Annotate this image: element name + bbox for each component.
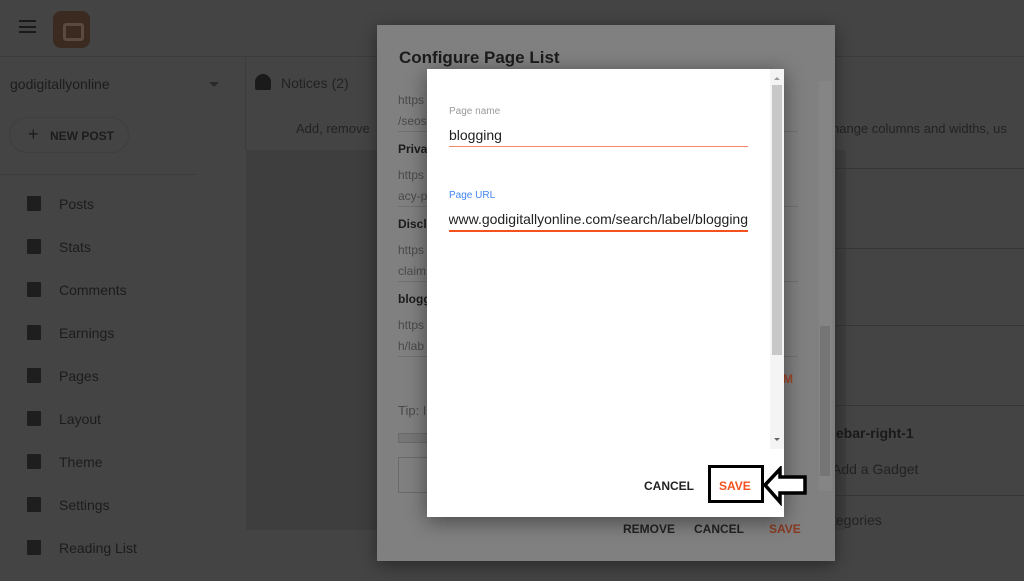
sidebar-item-earnings[interactable]: Earnings bbox=[0, 315, 240, 358]
divider bbox=[832, 168, 1024, 169]
scrollbar-thumb[interactable] bbox=[820, 326, 830, 476]
scrollbar[interactable] bbox=[770, 69, 784, 449]
scroll-down-icon[interactable] bbox=[774, 438, 780, 444]
dollar-icon bbox=[27, 325, 41, 340]
input-underline bbox=[449, 146, 748, 147]
page-name-input[interactable]: blogging bbox=[449, 127, 748, 143]
divider bbox=[832, 325, 1024, 326]
sidebar-item-layout[interactable]: Layout bbox=[0, 401, 240, 444]
layout-description-tail: hange columns and widths, us bbox=[832, 121, 1007, 136]
bookmark-icon bbox=[27, 540, 41, 555]
page-name: blogg bbox=[398, 292, 431, 306]
page-name: Priva bbox=[398, 142, 428, 156]
save-button[interactable]: SAVE bbox=[769, 522, 801, 536]
cancel-button[interactable]: CANCEL bbox=[644, 479, 694, 493]
page-url: claim bbox=[398, 264, 427, 278]
sidebar-item-theme[interactable]: Theme bbox=[0, 444, 240, 487]
new-post-label: NEW POST bbox=[50, 129, 115, 143]
divider bbox=[832, 248, 1024, 249]
sidebar-item-settings[interactable]: Settings bbox=[0, 487, 240, 530]
posts-icon bbox=[27, 196, 41, 211]
sidebar-item-stats[interactable]: Stats bbox=[0, 229, 240, 272]
tip-text: Tip: I bbox=[398, 403, 427, 418]
layout-icon bbox=[27, 411, 41, 426]
sidebar-item-label: Posts bbox=[59, 196, 95, 212]
page-url: /seos bbox=[398, 114, 427, 128]
page-url: https bbox=[398, 243, 425, 257]
sidebar-item-label: Theme bbox=[59, 454, 103, 470]
sidebar-item-label: Settings bbox=[59, 497, 110, 513]
highlight-box bbox=[708, 465, 764, 503]
sidebar-item-pages[interactable]: Pages bbox=[0, 358, 240, 401]
page-url: h/lab bbox=[398, 339, 425, 353]
arrow-left-icon bbox=[762, 466, 807, 506]
section-title: lebar-right-1 bbox=[832, 425, 914, 441]
divider bbox=[245, 57, 246, 150]
page-name-label: Page name bbox=[449, 106, 501, 117]
page-url-input[interactable]: https://www.godigitallyonline.com/search… bbox=[449, 211, 748, 227]
page-url: https bbox=[398, 168, 425, 182]
notices-label: Notices (2) bbox=[281, 75, 349, 91]
dialog-title: Configure Page List bbox=[399, 48, 560, 67]
layout-description: Add, remove bbox=[296, 121, 370, 136]
notices-link[interactable]: Notices (2) bbox=[255, 74, 349, 91]
blog-selector[interactable]: godigitallyonline bbox=[10, 76, 110, 92]
sidebar-item-reading-list[interactable]: Reading List bbox=[0, 530, 240, 573]
sidebar-item-label: Earnings bbox=[59, 325, 115, 341]
plus-icon: + bbox=[28, 124, 39, 144]
add-external-link-button[interactable]: M bbox=[783, 372, 793, 386]
scrollbar-thumb[interactable] bbox=[772, 85, 782, 355]
hamburger-icon[interactable] bbox=[19, 20, 36, 33]
add-gadget-link[interactable]: Add a Gadget bbox=[832, 461, 918, 477]
sidebar-item-comments[interactable]: Comments bbox=[0, 272, 240, 315]
divider bbox=[832, 495, 1024, 496]
chevron-down-icon[interactable] bbox=[209, 82, 219, 92]
gadget-categories[interactable]: tegories bbox=[832, 512, 882, 528]
cancel-button[interactable]: CANCEL bbox=[694, 522, 744, 536]
edit-page-dialog: Page name blogging Page URL https://www.… bbox=[427, 69, 784, 517]
sidebar-item-label: Comments bbox=[59, 282, 127, 298]
bell-icon bbox=[255, 74, 271, 90]
scrollbar[interactable] bbox=[819, 81, 832, 491]
page-url: https bbox=[398, 318, 425, 332]
sidebar-item-label: Reading List bbox=[59, 540, 137, 556]
divider bbox=[0, 174, 196, 175]
sidebar-item-posts[interactable]: Posts bbox=[0, 186, 240, 229]
remove-button[interactable]: REMOVE bbox=[623, 522, 675, 536]
new-post-button[interactable]: + NEW POST bbox=[9, 117, 129, 153]
comments-icon bbox=[27, 282, 41, 297]
gear-icon bbox=[27, 497, 41, 512]
input-underline bbox=[449, 230, 748, 232]
blogger-logo[interactable] bbox=[53, 11, 90, 48]
stats-icon bbox=[27, 239, 41, 254]
scroll-up-icon[interactable] bbox=[774, 74, 780, 80]
page-url: https bbox=[398, 93, 425, 107]
page-url-label: Page URL bbox=[449, 190, 496, 201]
page-url: acy-p bbox=[398, 189, 428, 203]
sidebar-item-label: Stats bbox=[59, 239, 91, 255]
sidebar-item-label: Pages bbox=[59, 368, 99, 384]
pages-icon bbox=[27, 368, 41, 383]
sidebar-nav: Posts Stats Comments Earnings Pages Layo… bbox=[0, 186, 240, 573]
divider bbox=[832, 405, 1024, 406]
sidebar-item-label: Layout bbox=[59, 411, 102, 427]
page-name: Discl bbox=[398, 217, 427, 231]
paint-roller-icon bbox=[27, 454, 41, 469]
